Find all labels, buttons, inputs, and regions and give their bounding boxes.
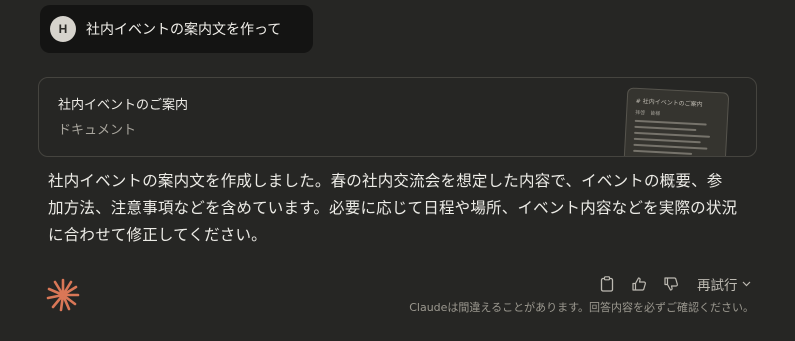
retry-label: 再試行 bbox=[697, 278, 738, 294]
user-message: H 社内イベントの案内文を作って bbox=[40, 5, 313, 53]
thumbnail-title: # 社内イベントのご案内 bbox=[635, 97, 703, 109]
artifact-card[interactable]: 社内イベントのご案内 ドキュメント # 社内イベントのご案内 拝啓 皆様 bbox=[38, 77, 757, 157]
user-message-text: 社内イベントの案内文を作って bbox=[86, 22, 282, 38]
assistant-response-text: 社内イベントの案内文を作成しました。春の社内交流会を想定した内容で、イベントの概… bbox=[48, 172, 738, 244]
thumbnail-text-line bbox=[634, 131, 710, 138]
claude-logo-icon bbox=[46, 278, 80, 312]
thumbnail-meta: 拝啓 皆様 bbox=[634, 109, 661, 118]
thumbnail-text-line bbox=[633, 143, 708, 150]
disclaimer-text: Claudeは間違えることがあります。回答内容を必ずご確認ください。 bbox=[409, 301, 754, 314]
clipboard-icon[interactable] bbox=[597, 274, 617, 294]
chevron-down-icon bbox=[742, 281, 751, 287]
thumbs-up-icon[interactable] bbox=[629, 274, 649, 294]
artifact-title: 社内イベントのご案内 bbox=[58, 98, 189, 113]
thumbnail-text-line bbox=[634, 125, 697, 132]
chat-view: H 社内イベントの案内文を作って 社内イベントのご案内 ドキュメント # 社内イ… bbox=[0, 0, 795, 341]
thumbs-down-icon[interactable] bbox=[661, 274, 681, 294]
user-avatar[interactable]: H bbox=[50, 16, 76, 42]
retry-button[interactable]: 再試行 bbox=[697, 274, 751, 294]
thumbnail-text-line bbox=[633, 137, 701, 144]
thumbnail-text-line bbox=[633, 149, 692, 155]
message-actions: 再試行 bbox=[597, 273, 751, 295]
artifact-thumbnail: # 社内イベントのご案内 拝啓 皆様 bbox=[622, 87, 730, 156]
thumbnail-text-line bbox=[634, 119, 707, 126]
artifact-type-label: ドキュメント bbox=[58, 123, 137, 138]
